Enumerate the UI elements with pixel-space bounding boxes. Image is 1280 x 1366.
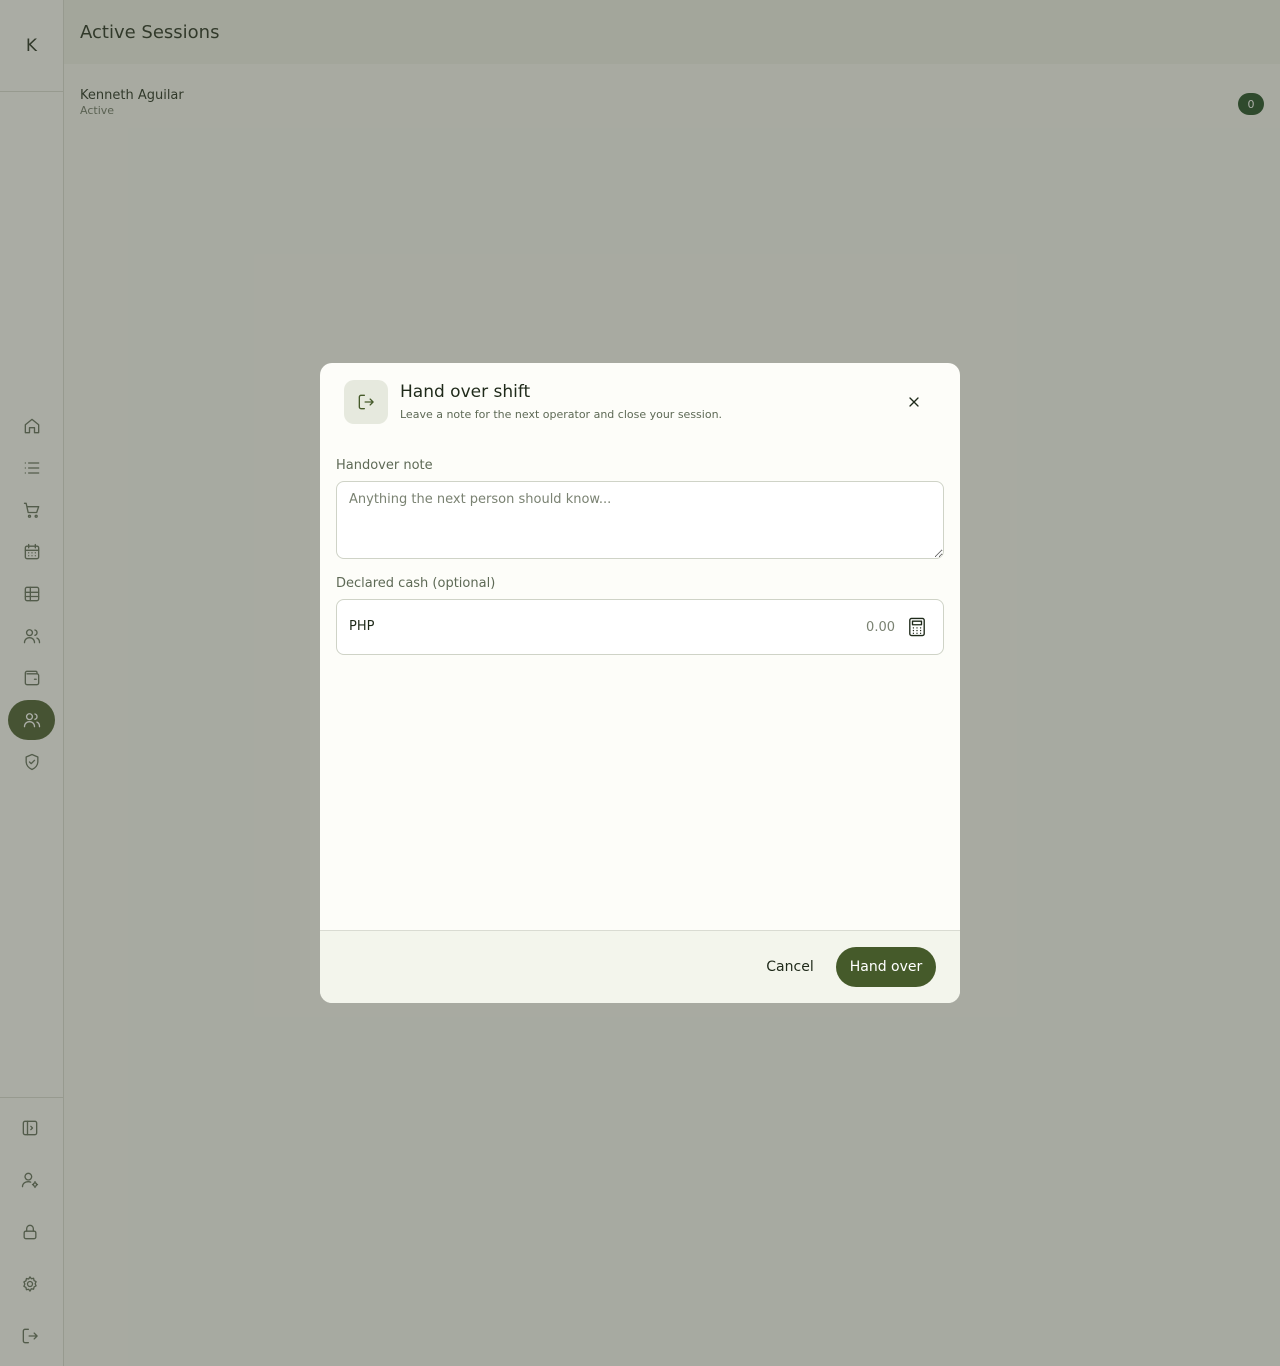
cancel-button[interactable]: Cancel — [760, 947, 820, 987]
close-icon — [909, 397, 919, 407]
declared-cash-label: Declared cash (optional) — [336, 576, 496, 591]
handover-dialog: Hand over shift Leave a note for the nex… — [320, 363, 960, 1003]
dialog-icon-badge — [344, 380, 388, 424]
currency-label: PHP — [349, 619, 375, 634]
dialog-title: Hand over shift — [400, 382, 531, 402]
dialog-header: Hand over shift Leave a note for the nex… — [344, 380, 936, 424]
close-button[interactable] — [902, 390, 926, 414]
calculator-icon — [909, 617, 925, 637]
dialog-footer: Cancel Hand over — [320, 930, 960, 1003]
logout-icon — [358, 394, 374, 410]
declared-cash-field: PHP — [336, 599, 944, 655]
hand-over-button[interactable]: Hand over — [836, 947, 936, 987]
handover-note-label: Handover note — [336, 458, 433, 473]
declared-cash-input[interactable] — [695, 614, 895, 640]
dialog-subtitle: Leave a note for the next operator and c… — [400, 408, 723, 421]
calculator-button[interactable] — [907, 617, 927, 637]
handover-note-input[interactable] — [336, 481, 944, 559]
